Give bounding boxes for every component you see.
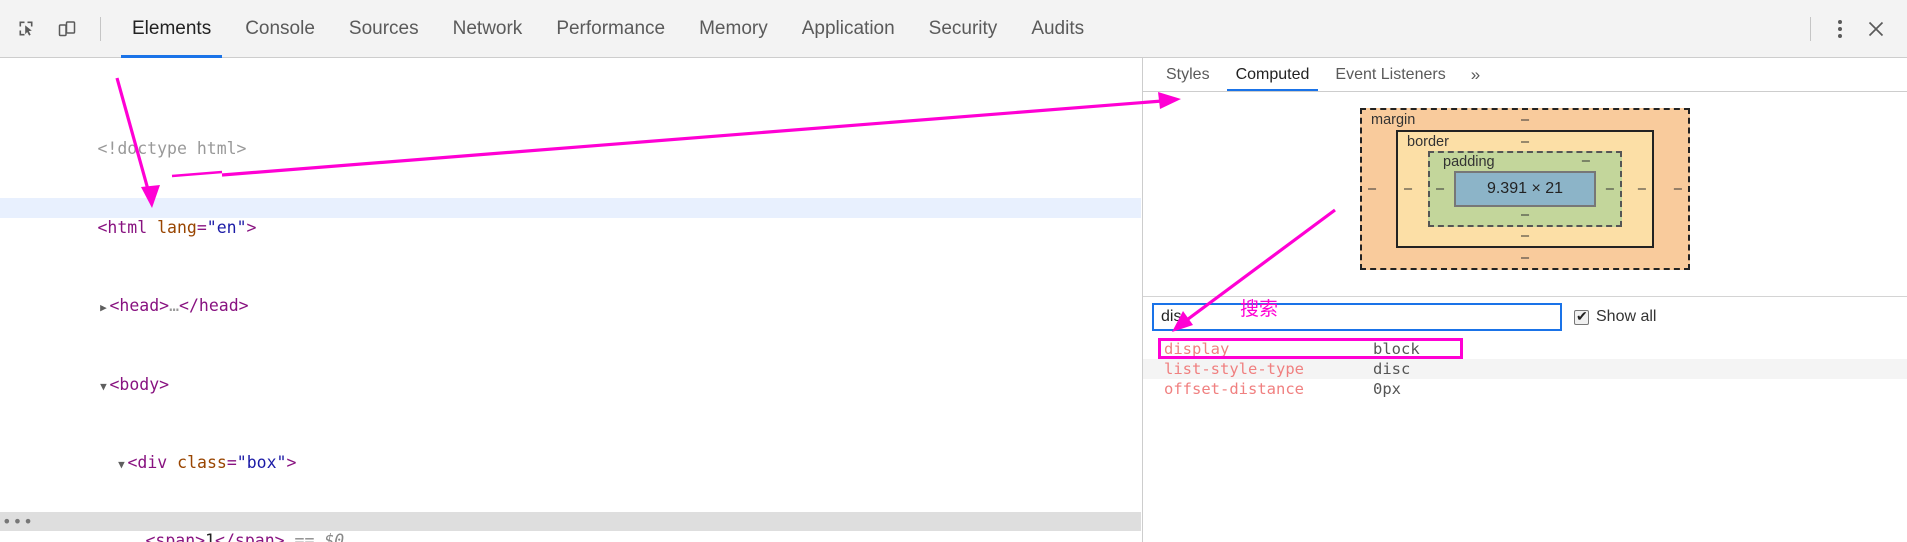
box-model-border[interactable]: border – – – – padding – – – – 9.391 × 2… — [1396, 130, 1654, 248]
twisty-collapsed-icon[interactable]: ▶ — [97, 298, 109, 318]
tab-event-listeners[interactable]: Event Listeners — [1322, 58, 1458, 91]
tab-console[interactable]: Console — [228, 0, 332, 58]
box-model-diagram: margin – – – – border – – – – padding – … — [1143, 92, 1907, 270]
device-toolbar-icon[interactable] — [50, 12, 84, 46]
tab-network[interactable]: Network — [436, 0, 540, 58]
tab-performance-label: Performance — [556, 17, 666, 39]
more-vertical-icon[interactable] — [1825, 12, 1855, 46]
dom-tag-name: div — [137, 452, 168, 472]
tab-application-label: Application — [801, 17, 895, 39]
tab-memory[interactable]: Memory — [682, 0, 785, 58]
tab-network-label: Network — [452, 17, 523, 39]
computed-property-row[interactable]: list-style-type disc — [1143, 359, 1907, 379]
box-model-padding[interactable]: padding – – – – 9.391 × 21 — [1428, 151, 1622, 227]
box-model-border-top[interactable]: – — [1521, 135, 1529, 150]
show-all-label: Show all — [1596, 308, 1657, 325]
tab-elements[interactable]: Elements — [115, 0, 228, 58]
tab-audits[interactable]: Audits — [1014, 0, 1101, 58]
box-model-padding-right[interactable]: – — [1606, 182, 1614, 197]
computed-property-name: list-style-type — [1164, 360, 1304, 378]
dom-attr-name: class — [177, 452, 227, 472]
dom-attr-value: "en" — [206, 217, 247, 237]
inspect-element-icon[interactable] — [10, 12, 44, 46]
tab-audits-label: Audits — [1031, 17, 1085, 39]
show-all-toggle[interactable]: Show all — [1574, 308, 1656, 326]
tab-computed-label: Computed — [1235, 65, 1310, 83]
dom-text-node: 1 — [205, 531, 216, 542]
tab-computed[interactable]: Computed — [1223, 58, 1323, 91]
tab-styles-label: Styles — [1166, 65, 1210, 83]
computed-property-name: display — [1164, 340, 1230, 358]
dom-tag-name: head — [119, 296, 160, 316]
devtools-window: Elements Console Sources Network Perform… — [0, 0, 1907, 542]
box-model-border-left[interactable]: – — [1404, 182, 1412, 197]
toolbar-right-group — [1810, 12, 1907, 46]
dom-attr-name: lang — [157, 217, 197, 237]
tab-event-listeners-label: Event Listeners — [1335, 65, 1446, 83]
dom-tag-name: html — [107, 217, 148, 237]
computed-property-value: 0px — [1373, 380, 1401, 398]
tab-sources[interactable]: Sources — [332, 0, 436, 58]
dom-row[interactable]: ▼ <body> — [0, 355, 1141, 394]
box-model-content-size[interactable]: 9.391 × 21 — [1454, 171, 1596, 207]
sidebar-tab-strip: Styles Computed Event Listeners » — [1143, 58, 1907, 92]
computed-property-value: disc — [1373, 360, 1411, 378]
toolbar-right-divider — [1810, 16, 1811, 41]
box-model-padding-left[interactable]: – — [1436, 182, 1444, 197]
dom-tag-name-close: head — [198, 296, 239, 316]
box-model-padding-top[interactable]: – — [1582, 154, 1590, 169]
twisty-expanded-icon[interactable]: ▼ — [97, 377, 109, 397]
box-model-padding-label: padding — [1443, 154, 1495, 170]
box-model-border-bottom[interactable]: – — [1521, 228, 1529, 244]
dom-row[interactable]: ▼ <div class="box"> — [0, 433, 1141, 472]
tab-security[interactable]: Security — [912, 0, 1015, 58]
dom-row[interactable]: ▶ <head>…</head> — [0, 277, 1141, 315]
devtools-toolbar: Elements Console Sources Network Perform… — [0, 0, 1907, 58]
dom-tag-name: body — [119, 374, 160, 394]
dom-row-selected[interactable]: ••• <span>1</span> == $0 — [0, 511, 1141, 542]
dom-attr-value: "box" — [236, 452, 287, 472]
toolbar-divider — [100, 16, 101, 41]
box-model-margin-label: margin — [1371, 112, 1416, 128]
computed-property-row[interactable]: display block — [1143, 338, 1907, 359]
dom-tree[interactable]: <!doctype html> <html lang="en"> ▶ <head>… — [0, 58, 1141, 542]
computed-filter-row: Show all — [1143, 296, 1907, 337]
toolbar-icon-group — [0, 12, 111, 46]
tab-styles[interactable]: Styles — [1153, 58, 1223, 91]
box-model-margin-bottom[interactable]: – — [1521, 250, 1529, 266]
tab-elements-label: Elements — [132, 17, 212, 39]
tab-performance[interactable]: Performance — [539, 0, 682, 58]
computed-property-row[interactable]: offset-distance 0px — [1143, 379, 1907, 399]
selected-node-badge: == $0 — [294, 531, 345, 542]
computed-property-name: offset-distance — [1164, 380, 1304, 398]
dom-line-text: <!doctype html> — [97, 139, 247, 159]
dom-row[interactable]: <html lang="en"> — [0, 198, 1141, 237]
tab-sources-label: Sources — [348, 17, 419, 39]
computed-properties-list: display block list-style-type disc offse… — [1143, 338, 1907, 399]
show-all-checkbox[interactable] — [1574, 308, 1589, 325]
more-tabs-icon[interactable]: » — [1459, 58, 1492, 91]
computed-property-value: block — [1373, 340, 1420, 358]
tab-application[interactable]: Application — [785, 0, 912, 58]
panel-tab-strip: Elements Console Sources Network Perform… — [115, 0, 1101, 58]
dom-row[interactable]: <!doctype html> — [0, 120, 1141, 158]
close-icon[interactable] — [1859, 12, 1893, 46]
box-model-border-right[interactable]: – — [1638, 182, 1646, 197]
box-model-border-label: border — [1407, 134, 1449, 150]
box-model-padding-bottom[interactable]: – — [1521, 207, 1529, 223]
box-model-margin-top[interactable]: – — [1521, 113, 1529, 128]
tab-memory-label: Memory — [699, 17, 768, 39]
tab-security-label: Security — [928, 17, 998, 39]
dom-tag-name-close: span — [234, 531, 275, 542]
elements-panel: <!doctype html> <html lang="en"> ▶ <head>… — [0, 58, 1141, 542]
box-model-margin-right[interactable]: – — [1674, 182, 1682, 197]
twisty-expanded-icon[interactable]: ▼ — [115, 455, 127, 475]
computed-filter-input[interactable] — [1152, 303, 1562, 331]
styles-sidebar: Styles Computed Event Listeners » margin… — [1142, 58, 1907, 542]
box-model-margin-left[interactable]: – — [1368, 182, 1376, 197]
box-model-margin[interactable]: margin – – – – border – – – – padding – … — [1360, 108, 1690, 270]
tab-console-label: Console — [245, 17, 315, 39]
dom-row-ellipsis-icon[interactable]: ••• — [2, 512, 34, 532]
dom-tag-name: span — [155, 531, 196, 542]
